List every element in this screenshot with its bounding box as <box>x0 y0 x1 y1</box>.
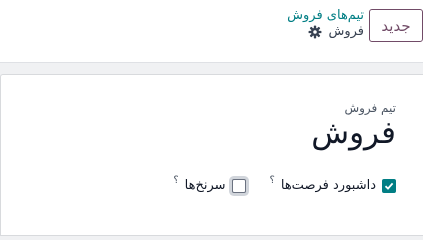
control-panel: جدید تیم‌های فروش فروش <box>0 0 423 63</box>
team-name-label: تیم فروش <box>344 101 396 115</box>
help-icon[interactable]: ؟ <box>270 175 275 186</box>
option-leads: سرنخ‌ها ؟ <box>173 175 246 193</box>
leads-checkbox[interactable] <box>231 178 246 193</box>
options-row: داشبورد فرصت‌ها ؟ سرنخ‌ها ؟ <box>173 175 396 193</box>
leads-label: سرنخ‌ها <box>184 178 226 193</box>
help-icon[interactable]: ؟ <box>173 175 178 186</box>
breadcrumb-current-title: فروش <box>328 24 364 39</box>
breadcrumb-current: فروش <box>308 24 364 39</box>
team-name-field[interactable]: فروش <box>311 115 396 152</box>
option-opportunities-dashboard: داشبورد فرصت‌ها ؟ <box>270 175 396 193</box>
breadcrumb-link-sales-teams[interactable]: تیم‌های فروش <box>287 8 364 23</box>
form-sheet: تیم فروش فروش داشبورد فرصت‌ها ؟ سرنخ‌ها … <box>0 74 423 236</box>
opportunities-checkbox[interactable] <box>382 178 396 193</box>
opportunities-label: داشبورد فرصت‌ها <box>280 178 376 193</box>
check-icon <box>384 182 394 190</box>
new-button[interactable]: جدید <box>369 9 423 42</box>
gear-icon[interactable] <box>308 25 322 39</box>
